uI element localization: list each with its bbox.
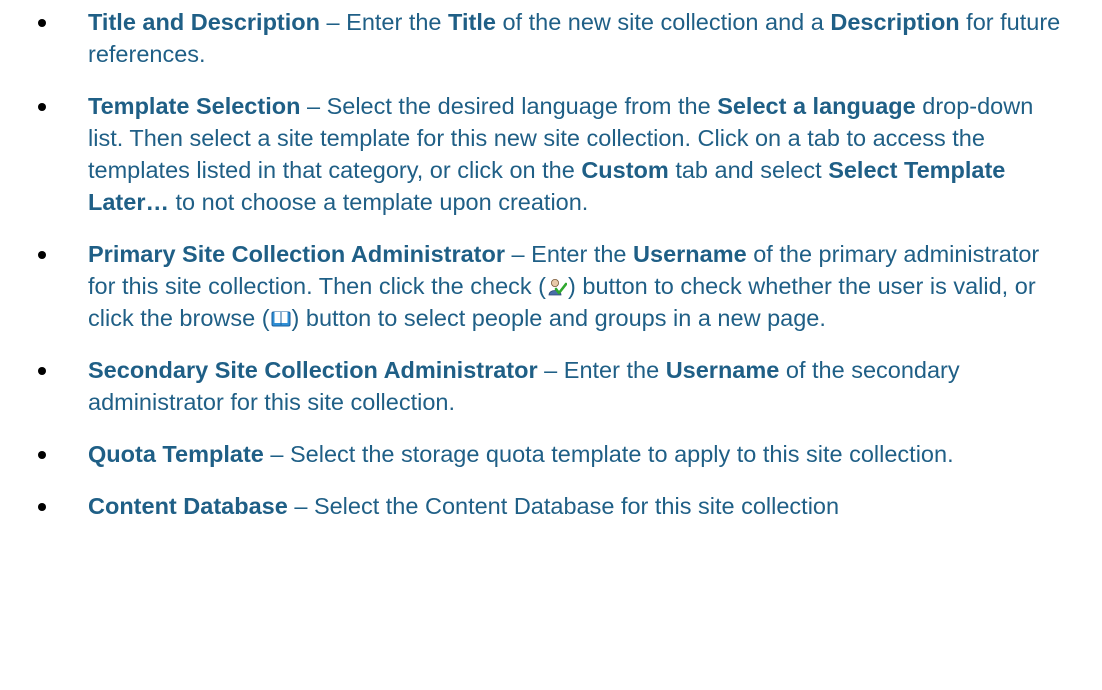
item-term: Content Database xyxy=(88,493,288,519)
bullet-dot xyxy=(38,367,46,375)
item-keyword: Description xyxy=(830,9,960,35)
item-text: Select the Content Database for this sit… xyxy=(313,493,840,519)
item-term: Primary Site Collection Administrator xyxy=(88,241,505,267)
bullet-dot xyxy=(38,103,46,111)
item-keyword: Username xyxy=(633,241,747,267)
bullet-dot xyxy=(38,19,46,27)
item-text: ) button to select people and groups in … xyxy=(291,305,826,331)
item-dash: – xyxy=(263,441,290,467)
item-term: Quota Template xyxy=(88,441,264,467)
item-text: tab and select xyxy=(668,157,829,183)
item-keyword: Select a language xyxy=(717,93,916,119)
list-item-primary-admin: Primary Site Collection Administrator – … xyxy=(0,238,1062,334)
document: Title and Description – Enter the Title … xyxy=(0,0,1102,690)
item-term: Secondary Site Collection Administrator xyxy=(88,357,538,383)
item-keyword: Custom xyxy=(581,157,669,183)
check-names-icon xyxy=(547,272,568,296)
item-text: Enter the xyxy=(563,357,666,383)
item-dash: – xyxy=(537,357,564,383)
list-item-quota-template: Quota Template – Select the storage quot… xyxy=(0,438,1062,470)
item-text: Enter the xyxy=(531,241,634,267)
item-text: Select the desired language from the xyxy=(326,93,718,119)
item-text: Enter the xyxy=(346,9,449,35)
item-text: to not choose a template upon creation. xyxy=(168,189,589,215)
item-keyword: Username xyxy=(665,357,780,383)
item-dash: – xyxy=(287,493,314,519)
item-text: of the new site collection and a xyxy=(495,9,831,35)
list-item-content-database: Content Database – Select the Content Da… xyxy=(0,490,1062,522)
bullet-dot xyxy=(38,251,46,259)
list-item-secondary-admin: Secondary Site Collection Administrator … xyxy=(0,354,1062,418)
bullet-dot xyxy=(38,451,46,459)
item-keyword: Title xyxy=(448,9,496,35)
item-text: Select the storage quota template to app… xyxy=(289,441,954,467)
list-item-title-description: Title and Description – Enter the Title … xyxy=(0,6,1062,70)
item-term: Template Selection xyxy=(88,93,301,119)
bullet-dot xyxy=(38,503,46,511)
list-item-template-selection: Template Selection – Select the desired … xyxy=(0,90,1062,218)
item-dash: – xyxy=(300,93,327,119)
item-term: Title and Description xyxy=(88,9,320,35)
item-dash: – xyxy=(505,241,532,267)
bullet-list: Title and Description – Enter the Title … xyxy=(0,0,1102,522)
address-book-icon xyxy=(271,304,291,327)
item-dash: – xyxy=(320,9,347,35)
